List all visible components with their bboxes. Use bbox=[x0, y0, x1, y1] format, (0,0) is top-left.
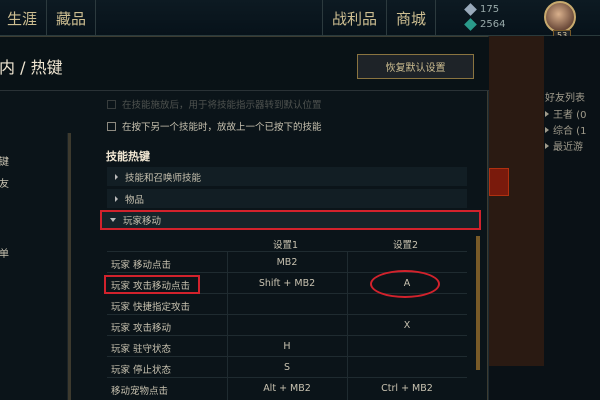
hotkey-binding-2[interactable]: X bbox=[347, 320, 467, 331]
currency-blue-essence: 175 bbox=[464, 3, 500, 16]
profile-avatar[interactable] bbox=[544, 1, 576, 33]
hotkey-binding-1[interactable]: Alt + MB2 bbox=[227, 383, 347, 394]
nav-collection[interactable]: 藏品 bbox=[47, 8, 95, 29]
sidebar-scrollbar-thumb[interactable] bbox=[68, 133, 71, 400]
category-label: 玩家移动 bbox=[123, 216, 162, 227]
nav-divider bbox=[95, 0, 97, 36]
checkbox[interactable] bbox=[107, 121, 116, 131]
category-label: 物品 bbox=[125, 194, 145, 206]
content-scrollbar-thumb[interactable] bbox=[476, 236, 480, 370]
friends-group-label: 最近游 bbox=[553, 142, 583, 153]
table-row: 玩家 攻击移动 X bbox=[107, 314, 467, 335]
table-row: 移动宠物点击 Alt + MB2 Ctrl + MB2 bbox=[107, 377, 467, 398]
nav-store[interactable]: 商城 bbox=[387, 8, 435, 29]
category-abilities[interactable]: 技能和召唤师技能 bbox=[107, 167, 467, 186]
friends-group[interactable]: 综合 (1 bbox=[545, 122, 586, 137]
checkbox-label: 在按下另一个技能时，放故上一个已按下的技能 bbox=[122, 122, 322, 133]
table-row: 玩家 移动点击 MB2 bbox=[107, 251, 467, 272]
nav-divider bbox=[435, 0, 437, 36]
column-header-setting2: 设置2 bbox=[393, 240, 419, 251]
hotkey-binding-1[interactable]: MB2 bbox=[227, 257, 347, 268]
highlight-oval-annotation bbox=[370, 270, 440, 298]
sidebar-item[interactable]: 键 bbox=[0, 153, 9, 168]
page-title: 内 / 热键 bbox=[0, 58, 63, 77]
sidebar-item[interactable]: 友 bbox=[0, 175, 9, 190]
collapsed-arrow-icon bbox=[115, 173, 118, 180]
friends-group-label: 王者 (0 bbox=[553, 110, 587, 121]
hotkey-binding-1[interactable]: H bbox=[227, 341, 347, 352]
background-art-red bbox=[489, 168, 509, 196]
expand-arrow-icon bbox=[545, 142, 549, 149]
checkbox-row[interactable]: 在按下另一个技能时，放故上一个已按下的技能 bbox=[107, 119, 322, 133]
expand-arrow-icon bbox=[545, 110, 549, 117]
hotkey-action-name: 移动宠物点击 bbox=[111, 386, 169, 397]
blue-essence-icon bbox=[464, 3, 477, 16]
hotkey-action-name: 玩家 快捷指定攻击 bbox=[111, 302, 191, 313]
currency-orange-value: 2564 bbox=[480, 19, 506, 30]
friends-panel: 好友列表 王者 (0 综合 (1 最近游 bbox=[488, 36, 600, 400]
checkbox-row-faded[interactable]: 在技能施放后，用于将技能指示器转到默认位置 bbox=[107, 97, 322, 111]
friends-group[interactable]: 最近游 bbox=[545, 138, 583, 153]
currency-orange-essence: 2564 bbox=[464, 18, 506, 31]
top-navigation-bar: 生涯 藏品 战利品 商城 175 2564 53 bbox=[0, 0, 600, 41]
reset-defaults-button[interactable]: 恢复默认设置 bbox=[357, 54, 474, 79]
category-items[interactable]: 物品 bbox=[107, 189, 467, 208]
hotkey-binding-1[interactable]: Shift + MB2 bbox=[227, 278, 347, 289]
section-title: 技能热键 bbox=[106, 150, 150, 163]
friends-group-label: 综合 (1 bbox=[553, 126, 587, 137]
modal-header: 内 / 热键 恢复默认设置 bbox=[0, 37, 489, 91]
hotkey-action-name: 玩家 停止状态 bbox=[111, 365, 172, 376]
sidebar-item[interactable]: 单 bbox=[0, 245, 9, 260]
nav-career[interactable]: 生涯 bbox=[0, 8, 46, 29]
checkbox[interactable] bbox=[107, 99, 116, 109]
checkbox-label: 在技能施放后，用于将技能指示器转到默认位置 bbox=[122, 100, 322, 111]
hotkey-action-name: 玩家 驻守状态 bbox=[111, 344, 172, 355]
table-header: 设置1 设置2 bbox=[107, 234, 467, 251]
friends-group[interactable]: 王者 (0 bbox=[545, 106, 586, 121]
hotkey-action-name: 玩家 移动点击 bbox=[111, 260, 172, 271]
hotkey-binding-1[interactable]: S bbox=[227, 362, 347, 373]
highlight-box-annotation bbox=[104, 275, 200, 294]
friends-list-header: 好友列表 bbox=[545, 93, 585, 104]
orange-essence-icon bbox=[464, 18, 477, 31]
nav-loot[interactable]: 战利品 bbox=[323, 8, 386, 29]
column-header-setting1: 设置1 bbox=[273, 240, 299, 251]
top-nav-right: 战利品 商城 bbox=[322, 0, 437, 36]
collapsed-arrow-icon bbox=[115, 195, 118, 202]
expand-arrow-icon bbox=[545, 126, 549, 133]
hotkey-action-name: 玩家 攻击移动 bbox=[111, 323, 172, 334]
category-label: 技能和召唤师技能 bbox=[125, 172, 202, 184]
category-player-movement[interactable]: 玩家移动 bbox=[100, 210, 481, 230]
top-nav-left: 生涯 藏品 bbox=[0, 0, 97, 36]
expanded-arrow-icon bbox=[110, 218, 116, 222]
background-art bbox=[489, 36, 544, 366]
table-row: 玩家 驻守状态 H bbox=[107, 335, 467, 356]
currency-blue-value: 175 bbox=[480, 4, 500, 15]
table-row: 玩家 停止状态 S bbox=[107, 356, 467, 377]
hotkey-binding-2[interactable]: Ctrl + MB2 bbox=[347, 383, 467, 394]
